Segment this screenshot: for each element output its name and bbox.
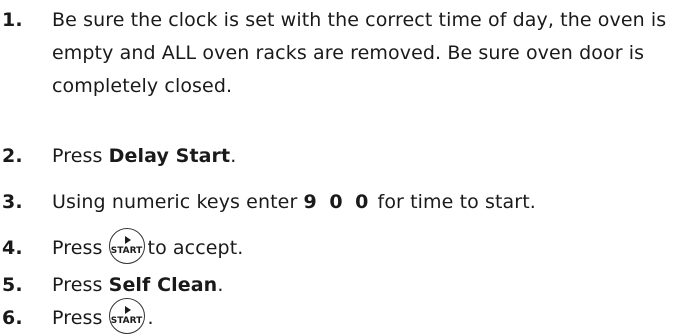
step-1: 1. Be sure the clock is set with the cor… [0,4,693,103]
step-number: 6. [2,307,23,329]
step-suffix: . [217,274,224,296]
start-key-label: START [110,315,143,326]
play-triangle-icon [124,235,131,244]
step-6: 6. Press START. [0,297,693,335]
step-4: 4. Press START to accept. [0,227,693,265]
step-suffix: . [147,307,154,329]
step-prefix: Using numeric keys enter [52,191,304,213]
step-text: Using numeric keys enter 9 0 0 for time … [52,186,692,219]
step-number: 2. [2,145,23,167]
step-text: Be sure the clock is set with the correc… [52,9,667,97]
step-2: 2. Press Delay Start. [0,140,693,173]
step-number: 4. [2,237,23,259]
start-key-icon: START [108,227,145,264]
step-suffix: for time to start. [371,191,536,213]
step-text: Press START. [52,297,692,335]
key-name: Self Clean [108,274,218,296]
key-name: Delay Start [108,145,231,167]
step-suffix: . [230,145,237,167]
play-triangle-icon [124,305,131,314]
step-prefix: Press [52,307,103,329]
step-text: Press START to accept. [52,227,692,265]
step-5: 5. Press Self Clean. [0,269,693,302]
step-text: Press Self Clean. [52,269,692,302]
entry-digits: 9 0 0 [303,191,372,213]
step-prefix: Press [52,145,109,167]
step-number: 5. [2,274,23,296]
step-number: 1. [2,9,23,31]
step-suffix: to accept. [147,237,244,259]
start-key-icon: START [108,297,145,334]
step-number: 3. [2,191,23,213]
step-prefix: Press [52,237,103,259]
step-3: 3. Using numeric keys enter 9 0 0 for ti… [0,186,693,219]
step-prefix: Press [52,274,109,296]
step-text: Press Delay Start. [52,140,692,173]
start-key-label: START [110,245,143,256]
